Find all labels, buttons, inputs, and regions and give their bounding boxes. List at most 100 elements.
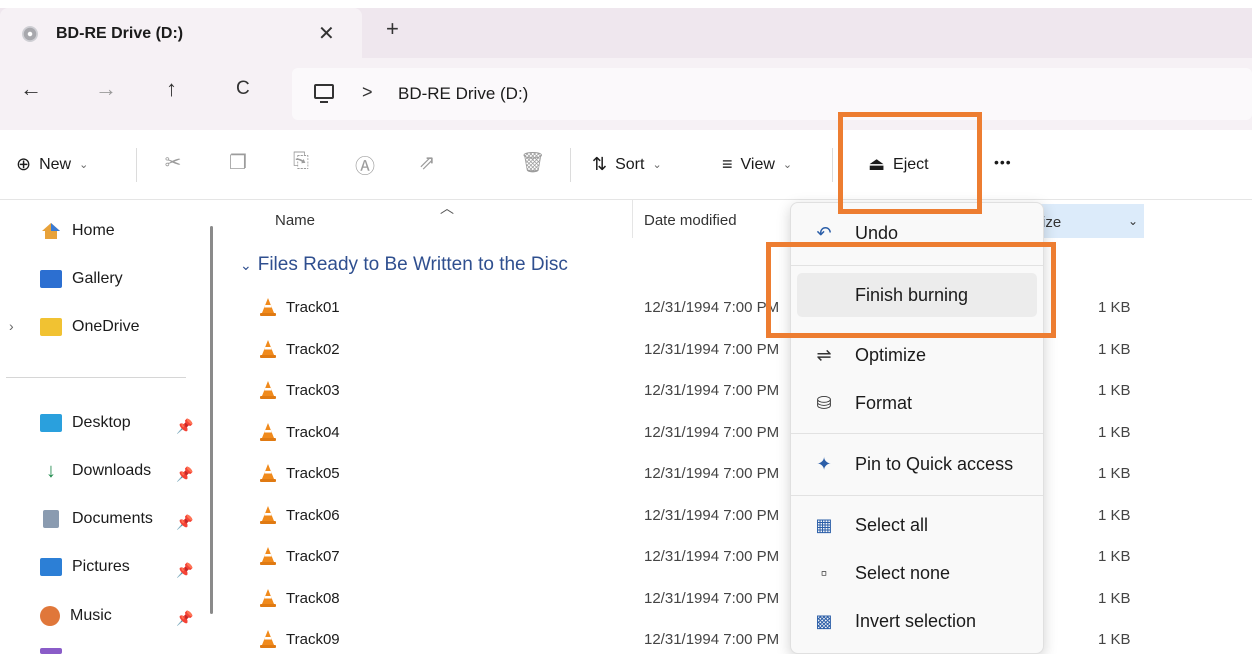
chevron-right-icon[interactable]: > xyxy=(362,82,373,103)
file-row[interactable]: Track09 12/31/1994 7:00 PM 1 KB xyxy=(222,619,1252,654)
sidebar-item-documents[interactable]: Documents xyxy=(40,510,153,528)
pin-icon[interactable]: 📌 xyxy=(176,514,193,531)
file-name: Track07 xyxy=(286,548,340,565)
share-icon[interactable]: ⇗ xyxy=(416,150,438,174)
menu-item-optimize[interactable]: ⇌ Optimize xyxy=(797,333,1037,377)
finish-burning-highlight-box xyxy=(766,242,1056,338)
sidebar-item-pictures[interactable]: Pictures xyxy=(40,558,130,576)
file-date-modified: 12/31/1994 7:00 PM xyxy=(644,590,780,607)
optimize-icon: ⇌ xyxy=(816,344,832,365)
sidebar-item-onedrive[interactable]: OneDrive xyxy=(40,318,140,336)
address-bar[interactable]: > BD-RE Drive (D:) xyxy=(292,68,1252,120)
pin-icon[interactable]: 📌 xyxy=(176,466,193,483)
menu-item-label: Optimize xyxy=(855,344,927,365)
file-row[interactable]: Track07 12/31/1994 7:00 PM 1 KB xyxy=(222,536,1252,577)
sidebar-divider xyxy=(6,377,186,378)
sidebar-item-label: Gallery xyxy=(72,270,123,287)
file-row[interactable]: Track06 12/31/1994 7:00 PM 1 KB xyxy=(222,495,1252,536)
copy-icon[interactable]: ❐ xyxy=(227,150,249,174)
file-row[interactable]: Track05 12/31/1994 7:00 PM 1 KB xyxy=(222,453,1252,494)
view-button[interactable]: ≡ View ⌄ xyxy=(722,154,792,175)
file-size: 1 KB xyxy=(1098,507,1131,524)
back-button[interactable]: ← xyxy=(20,76,42,102)
cut-icon[interactable]: ✂ xyxy=(162,150,184,174)
file-row[interactable]: Track01 12/31/1994 7:00 PM 1 KB xyxy=(222,287,1252,328)
menu-item-label: Undo xyxy=(855,222,899,243)
chevron-right-icon[interactable]: › xyxy=(9,318,14,334)
music-icon xyxy=(40,606,60,626)
menu-divider xyxy=(791,495,1043,496)
file-name: Track02 xyxy=(286,341,340,358)
vlc-cone-icon xyxy=(260,298,276,316)
column-size-label: ize xyxy=(1042,214,1062,231)
format-icon: ⛁ xyxy=(816,392,832,413)
this-pc-icon[interactable] xyxy=(314,84,334,103)
close-icon[interactable]: ✕ xyxy=(318,21,335,46)
forward-button[interactable]: → xyxy=(95,76,117,102)
vlc-cone-icon xyxy=(260,630,276,648)
file-size: 1 KB xyxy=(1098,299,1131,316)
file-size: 1 KB xyxy=(1098,341,1131,358)
menu-item-format[interactable]: ⛁ Format xyxy=(797,381,1037,425)
sidebar-item-label: Desktop xyxy=(72,414,131,431)
file-name: Track09 xyxy=(286,631,340,648)
pin-icon[interactable]: 📌 xyxy=(176,610,193,627)
menu-item-label: Format xyxy=(855,392,913,413)
file-date-modified: 12/31/1994 7:00 PM xyxy=(644,299,780,316)
file-name: Track01 xyxy=(286,299,340,316)
file-row[interactable]: Track08 12/31/1994 7:00 PM 1 KB xyxy=(222,578,1252,619)
new-button[interactable]: ⊕ New ⌄ xyxy=(16,154,88,175)
sidebar-item-home[interactable]: Home xyxy=(40,222,115,240)
delete-icon[interactable]: 🗑 xyxy=(520,150,545,174)
breadcrumb[interactable]: BD-RE Drive (D:) xyxy=(398,84,528,104)
rename-icon[interactable]: Ⓐ xyxy=(354,150,376,178)
navigation-bar: ← → ↑ C > BD-RE Drive (D:) xyxy=(0,58,1252,130)
sort-label: Sort xyxy=(615,155,645,173)
more-options-button[interactable]: ••• xyxy=(994,154,1012,170)
chevron-down-icon[interactable]: ⌄ xyxy=(240,257,252,274)
file-date-modified: 12/31/1994 7:00 PM xyxy=(644,631,780,648)
chevron-down-icon[interactable]: ⌄ xyxy=(1128,214,1138,228)
paste-icon[interactable]: ⎘ xyxy=(290,150,312,174)
file-size: 1 KB xyxy=(1098,548,1131,565)
file-date-modified: 12/31/1994 7:00 PM xyxy=(644,465,780,482)
file-row[interactable]: Track03 12/31/1994 7:00 PM 1 KB xyxy=(222,370,1252,411)
menu-item-pin-to-quick-access[interactable]: ✦ Pin to Quick access xyxy=(797,442,1037,486)
group-header[interactable]: ⌄ Files Ready to Be Written to the Disc xyxy=(240,254,568,276)
sidebar-item-gallery[interactable]: Gallery xyxy=(40,270,123,288)
sidebar-item-downloads[interactable]: ↓ Downloads xyxy=(40,461,151,481)
column-date-modified[interactable]: Date modified xyxy=(644,212,737,229)
menu-item-label: Select all xyxy=(855,514,929,535)
pictures-icon xyxy=(40,558,62,576)
menu-item-invert-selection[interactable]: ▩ Invert selection xyxy=(797,599,1037,643)
sidebar-item-music[interactable]: Music xyxy=(40,606,112,626)
sidebar-item-label: Music xyxy=(70,607,112,624)
file-size: 1 KB xyxy=(1098,590,1131,607)
column-divider[interactable] xyxy=(632,200,633,238)
menu-item-select-none[interactable]: ▫ Select none xyxy=(797,551,1037,595)
new-tab-button[interactable]: + xyxy=(386,18,399,40)
sidebar-item-desktop[interactable]: Desktop xyxy=(40,414,131,432)
pin-icon[interactable]: 📌 xyxy=(176,418,193,435)
gallery-icon xyxy=(40,270,62,288)
pin-icon[interactable]: 📌 xyxy=(176,562,193,579)
command-bar: ⊕ New ⌄ ✂ ❐ ⎘ Ⓐ ⇗ 🗑 ⇅ Sort ⌄ ≡ View ⌄ ⏏ … xyxy=(0,130,1252,200)
up-button[interactable]: ↑ xyxy=(166,76,177,102)
menu-item-select-all[interactable]: ▦ Select all xyxy=(797,503,1037,547)
home-icon xyxy=(40,222,62,240)
file-row[interactable]: Track04 12/31/1994 7:00 PM 1 KB xyxy=(222,412,1252,453)
column-size[interactable]: ize ⌄ xyxy=(1032,204,1144,238)
menu-item-label: Select none xyxy=(855,562,951,583)
sort-button[interactable]: ⇅ Sort ⌄ xyxy=(592,154,662,175)
refresh-button[interactable]: C xyxy=(236,78,250,100)
file-size: 1 KB xyxy=(1098,382,1131,399)
column-name[interactable]: Name xyxy=(275,212,315,229)
tab-bd-re-drive[interactable]: BD-RE Drive (D:) ✕ xyxy=(0,8,362,58)
sidebar-item-more[interactable] xyxy=(40,648,62,654)
file-name: Track04 xyxy=(286,424,340,441)
pin-icon: ✦ xyxy=(816,453,832,474)
menu-divider xyxy=(791,433,1043,434)
sidebar-scrollbar[interactable] xyxy=(210,226,213,614)
file-row[interactable]: Track02 12/31/1994 7:00 PM 1 KB xyxy=(222,329,1252,370)
sidebar-item-label: Pictures xyxy=(72,558,130,575)
